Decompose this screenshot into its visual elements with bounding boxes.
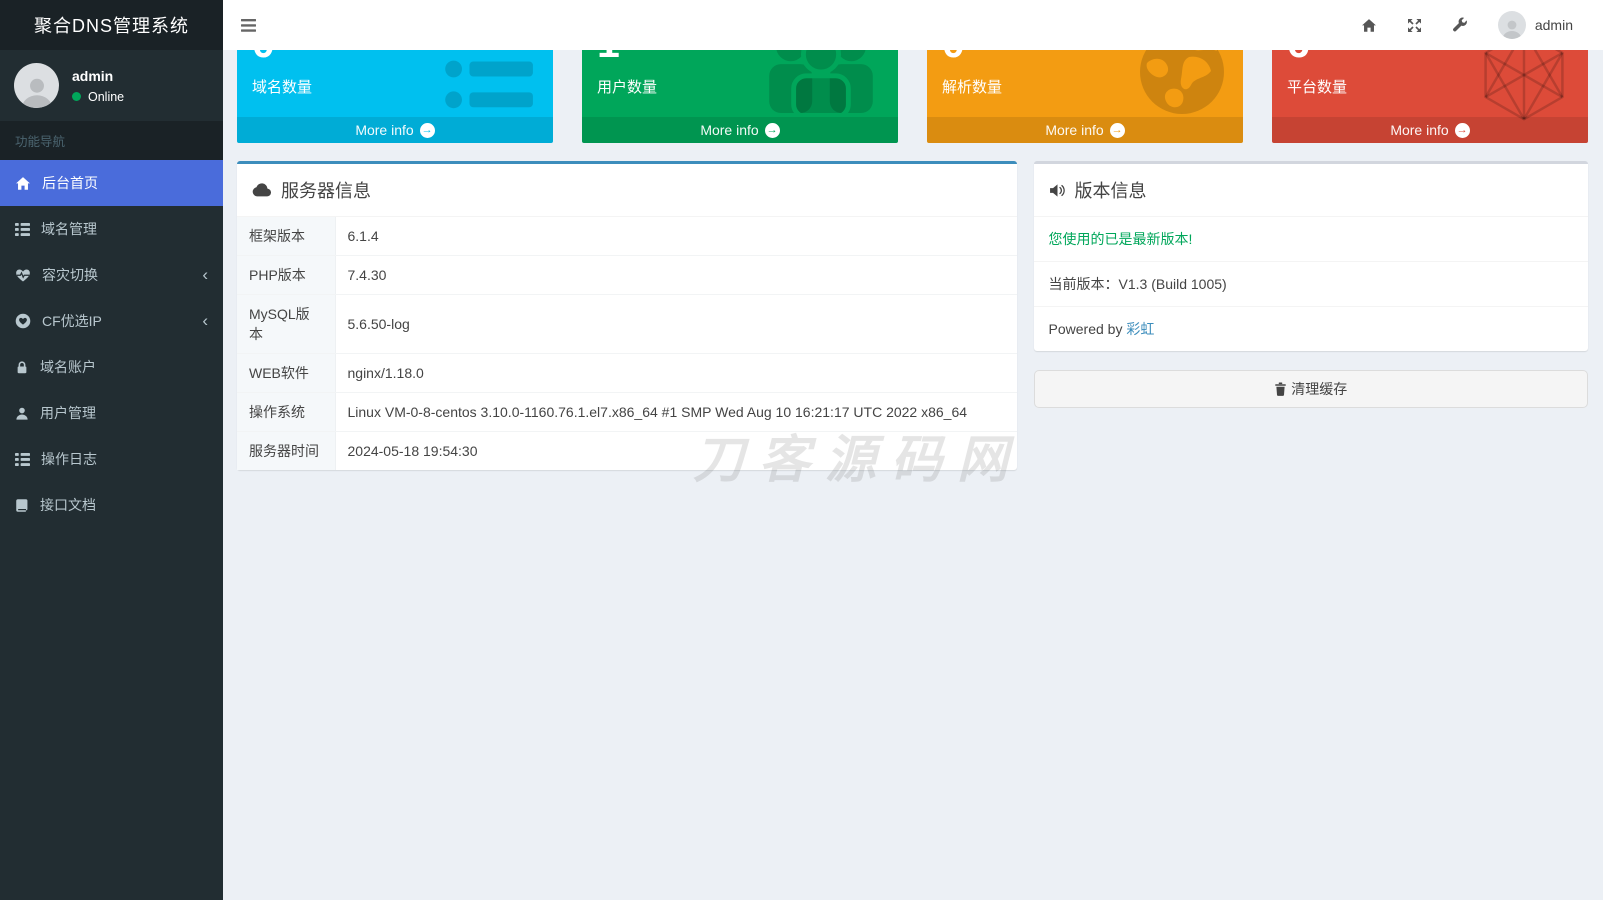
circle-heart-icon <box>15 313 31 329</box>
sidebar-item-label: 用户管理 <box>40 403 96 423</box>
sidebar-item-label: 后台首页 <box>42 173 98 193</box>
server-info-panel: 服务器信息 框架版本 6.1.4 PHP版本 7.4.30 MySQL版本 5.… <box>237 161 1017 470</box>
version-info-header: 版本信息 <box>1034 164 1588 217</box>
sidebar-item-dashboard[interactable]: 后台首页 <box>0 160 223 206</box>
content-area: 0 域名数量 More info → 1 用户数量 More info <box>223 0 1603 489</box>
sidebar: admin Online 功能导航 后台首页 域名管理 容灾切换 ‹ <box>0 50 223 900</box>
more-info-link[interactable]: More info → <box>237 117 553 143</box>
row-label: 框架版本 <box>237 217 335 256</box>
navbar-user-menu[interactable]: admin <box>1498 11 1573 39</box>
sidebar-item-cf-ip[interactable]: CF优选IP ‹ <box>0 298 223 344</box>
home-icon <box>15 176 31 191</box>
arrow-circle-right-icon: → <box>765 123 780 138</box>
app-logo[interactable]: 聚合DNS管理系统 <box>0 0 223 50</box>
clear-cache-label: 清理缓存 <box>1291 379 1347 399</box>
current-version: 当前版本：V1.3 (Build 1005) <box>1034 262 1588 307</box>
version-info-panel: 版本信息 您使用的已是最新版本! 当前版本：V1.3 (Build 1005) … <box>1034 161 1588 351</box>
sidebar-item-label: 容灾切换 <box>42 265 98 285</box>
cloud-icon <box>252 183 272 197</box>
book-icon <box>15 498 29 513</box>
main-header: 聚合DNS管理系统 <box>0 0 1603 50</box>
sidebar-item-label: CF优选IP <box>42 311 102 331</box>
sidebar-toggle-button[interactable] <box>223 0 274 50</box>
volume-up-icon <box>1049 183 1066 198</box>
sidebar-item-label: 接口文档 <box>40 495 96 515</box>
top-navbar: admin <box>223 0 1603 50</box>
table-row: PHP版本 7.4.30 <box>237 256 1017 295</box>
sidebar-item-label: 操作日志 <box>41 449 97 469</box>
more-info-label: More info <box>1390 122 1448 138</box>
sidebar-item-failover[interactable]: 容灾切换 ‹ <box>0 252 223 298</box>
chevron-left-icon: ‹ <box>202 270 208 280</box>
server-info-header: 服务器信息 <box>237 164 1017 217</box>
sidebar-user-panel: admin Online <box>0 50 223 121</box>
panel-title: 服务器信息 <box>281 177 371 203</box>
arrow-circle-right-icon: → <box>1455 123 1470 138</box>
sidebar-section-header: 功能导航 <box>0 121 223 160</box>
table-row: 框架版本 6.1.4 <box>237 217 1017 256</box>
sidebar-user-name: admin <box>72 68 124 84</box>
arrow-circle-right-icon: → <box>1110 123 1125 138</box>
latest-version-message: 您使用的已是最新版本! <box>1034 217 1588 262</box>
sidebar-item-label: 域名账户 <box>40 357 96 377</box>
row-value: 2024-05-18 19:54:30 <box>335 432 1017 471</box>
panel-title: 版本信息 <box>1075 177 1147 203</box>
online-status-dot <box>72 92 81 101</box>
sidebar-item-domain-manage[interactable]: 域名管理 <box>0 206 223 252</box>
more-info-label: More info <box>700 122 758 138</box>
chevron-left-icon: ‹ <box>202 316 208 326</box>
sidebar-item-operation-log[interactable]: 操作日志 <box>0 436 223 482</box>
table-row: WEB软件 nginx/1.18.0 <box>237 354 1017 393</box>
row-value: 7.4.30 <box>335 256 1017 295</box>
sidebar-item-domain-account[interactable]: 域名账户 <box>0 344 223 390</box>
user-icon <box>15 406 29 421</box>
row-value: Linux VM-0-8-centos 3.10.0-1160.76.1.el7… <box>335 393 1017 432</box>
more-info-link[interactable]: More info → <box>927 117 1243 143</box>
trash-icon <box>1274 382 1287 396</box>
list-icon <box>15 452 30 467</box>
fullscreen-icon[interactable] <box>1407 18 1422 33</box>
wrench-icon[interactable] <box>1452 17 1468 33</box>
row-label: 服务器时间 <box>237 432 335 471</box>
powered-by-link[interactable]: 彩虹 <box>1126 321 1154 337</box>
more-info-label: More info <box>355 122 413 138</box>
sidebar-item-api-docs[interactable]: 接口文档 <box>0 482 223 528</box>
powered-by: Powered by 彩虹 <box>1034 307 1588 351</box>
row-label: 操作系统 <box>237 393 335 432</box>
heartbeat-icon <box>15 268 31 283</box>
row-value: 6.1.4 <box>335 217 1017 256</box>
more-info-link[interactable]: More info → <box>582 117 898 143</box>
home-icon[interactable] <box>1361 18 1377 33</box>
table-row: MySQL版本 5.6.50-log <box>237 295 1017 354</box>
navbar-right: admin <box>1361 11 1603 39</box>
row-value: 5.6.50-log <box>335 295 1017 354</box>
row-label: PHP版本 <box>237 256 335 295</box>
hamburger-icon <box>241 19 256 32</box>
sidebar-user-status[interactable]: Online <box>72 90 124 104</box>
table-row: 操作系统 Linux VM-0-8-centos 3.10.0-1160.76.… <box>237 393 1017 432</box>
navbar-user-name: admin <box>1535 17 1573 33</box>
more-info-label: More info <box>1045 122 1103 138</box>
navbar-avatar <box>1498 11 1526 39</box>
more-info-link[interactable]: More info → <box>1272 117 1588 143</box>
row-label: MySQL版本 <box>237 295 335 354</box>
powered-by-prefix: Powered by <box>1049 321 1127 337</box>
sidebar-avatar <box>14 63 59 108</box>
row-value: nginx/1.18.0 <box>335 354 1017 393</box>
table-row: 服务器时间 2024-05-18 19:54:30 <box>237 432 1017 471</box>
lock-icon <box>15 360 29 375</box>
online-status-label: Online <box>88 90 124 104</box>
row-label: WEB软件 <box>237 354 335 393</box>
arrow-circle-right-icon: → <box>420 123 435 138</box>
sidebar-item-user-manage[interactable]: 用户管理 <box>0 390 223 436</box>
clear-cache-button[interactable]: 清理缓存 <box>1034 370 1588 408</box>
panels-row: 服务器信息 框架版本 6.1.4 PHP版本 7.4.30 MySQL版本 5.… <box>237 161 1588 489</box>
sidebar-item-label: 域名管理 <box>41 219 97 239</box>
th-list-icon <box>15 222 30 237</box>
server-info-table: 框架版本 6.1.4 PHP版本 7.4.30 MySQL版本 5.6.50-l… <box>237 217 1017 470</box>
